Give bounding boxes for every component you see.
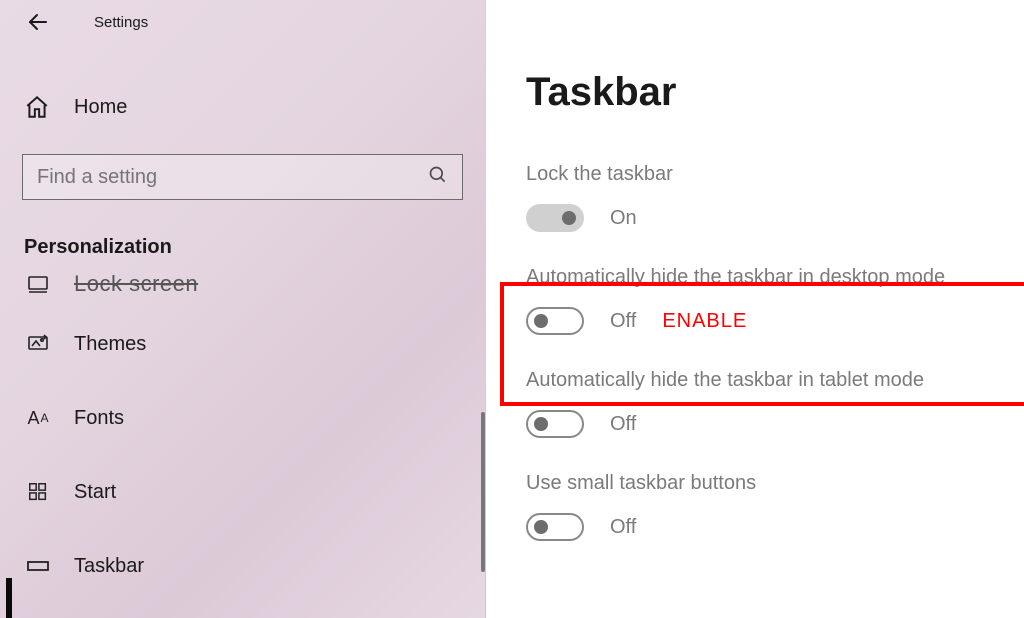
sidebar-item-label: Lock screen: [74, 271, 198, 297]
sidebar-item-label: Fonts: [74, 407, 124, 430]
home-label: Home: [74, 96, 127, 119]
category-heading: Personalization: [0, 236, 485, 259]
sidebar-item-label: Themes: [74, 333, 146, 356]
toggle-row: On: [526, 204, 1024, 232]
setting-small-buttons: Use small taskbar buttons Off: [526, 472, 1024, 541]
toggle-row: Off ENABLE: [526, 307, 1024, 335]
setting-hide-tablet: Automatically hide the taskbar in tablet…: [526, 369, 1024, 438]
home-icon: [24, 94, 50, 120]
sidebar-item-fonts[interactable]: AA Fonts: [0, 381, 485, 455]
setting-label: Automatically hide the taskbar in tablet…: [526, 369, 1024, 392]
sidebar-item-label: Taskbar: [74, 555, 144, 578]
setting-label: Automatically hide the taskbar in deskto…: [526, 266, 1024, 289]
toggle-state: On: [610, 207, 637, 230]
sidebar-item-start[interactable]: Start: [0, 455, 485, 529]
sidebar-item-taskbar[interactable]: Taskbar: [0, 529, 485, 603]
content-pane: Taskbar Lock the taskbar On Automaticall…: [486, 0, 1024, 618]
toggle-state: Off: [610, 310, 636, 333]
annotation-enable: ENABLE: [662, 310, 747, 333]
setting-hide-desktop: Automatically hide the taskbar in deskto…: [526, 266, 1024, 335]
app-title: Settings: [94, 14, 148, 31]
search-box[interactable]: [22, 154, 463, 200]
toggle-lock-taskbar[interactable]: [526, 204, 584, 232]
sidebar: Settings Home Personalization Lock sc: [0, 0, 486, 618]
search-icon: [428, 165, 448, 190]
themes-icon: [24, 330, 52, 358]
sidebar-item-label: Start: [74, 481, 116, 504]
toggle-hide-tablet[interactable]: [526, 410, 584, 438]
active-indicator: [6, 578, 12, 618]
toggle-hide-desktop[interactable]: [526, 307, 584, 335]
taskbar-icon: [24, 552, 52, 580]
search-container: [22, 154, 463, 200]
setting-label: Use small taskbar buttons: [526, 472, 1024, 495]
sidebar-item-themes[interactable]: Themes: [0, 307, 485, 381]
sidebar-item-lock-screen[interactable]: Lock screen: [0, 261, 485, 307]
title-bar: Settings: [0, 0, 485, 44]
toggle-row: Off: [526, 410, 1024, 438]
sidebar-scrollbar[interactable]: [481, 412, 485, 572]
search-input[interactable]: [37, 166, 386, 189]
start-icon: [24, 478, 52, 506]
toggle-state: Off: [610, 413, 636, 436]
home-nav[interactable]: Home: [0, 94, 485, 120]
back-button[interactable]: [24, 8, 52, 36]
toggle-knob: [534, 520, 548, 534]
page-title: Taskbar: [526, 70, 1024, 115]
toggle-knob: [534, 314, 548, 328]
toggle-knob: [534, 417, 548, 431]
toggle-knob: [562, 211, 576, 225]
fonts-icon: AA: [24, 404, 52, 432]
lock-screen-icon: [24, 270, 52, 298]
setting-label: Lock the taskbar: [526, 163, 1024, 186]
settings-window: Settings Home Personalization Lock sc: [0, 0, 1024, 618]
nav-list: Lock screen Themes AA Fonts Start: [0, 261, 485, 603]
setting-lock-taskbar: Lock the taskbar On: [526, 163, 1024, 232]
arrow-left-icon: [26, 10, 50, 34]
toggle-small-buttons[interactable]: [526, 513, 584, 541]
toggle-row: Off: [526, 513, 1024, 541]
toggle-state: Off: [610, 516, 636, 539]
